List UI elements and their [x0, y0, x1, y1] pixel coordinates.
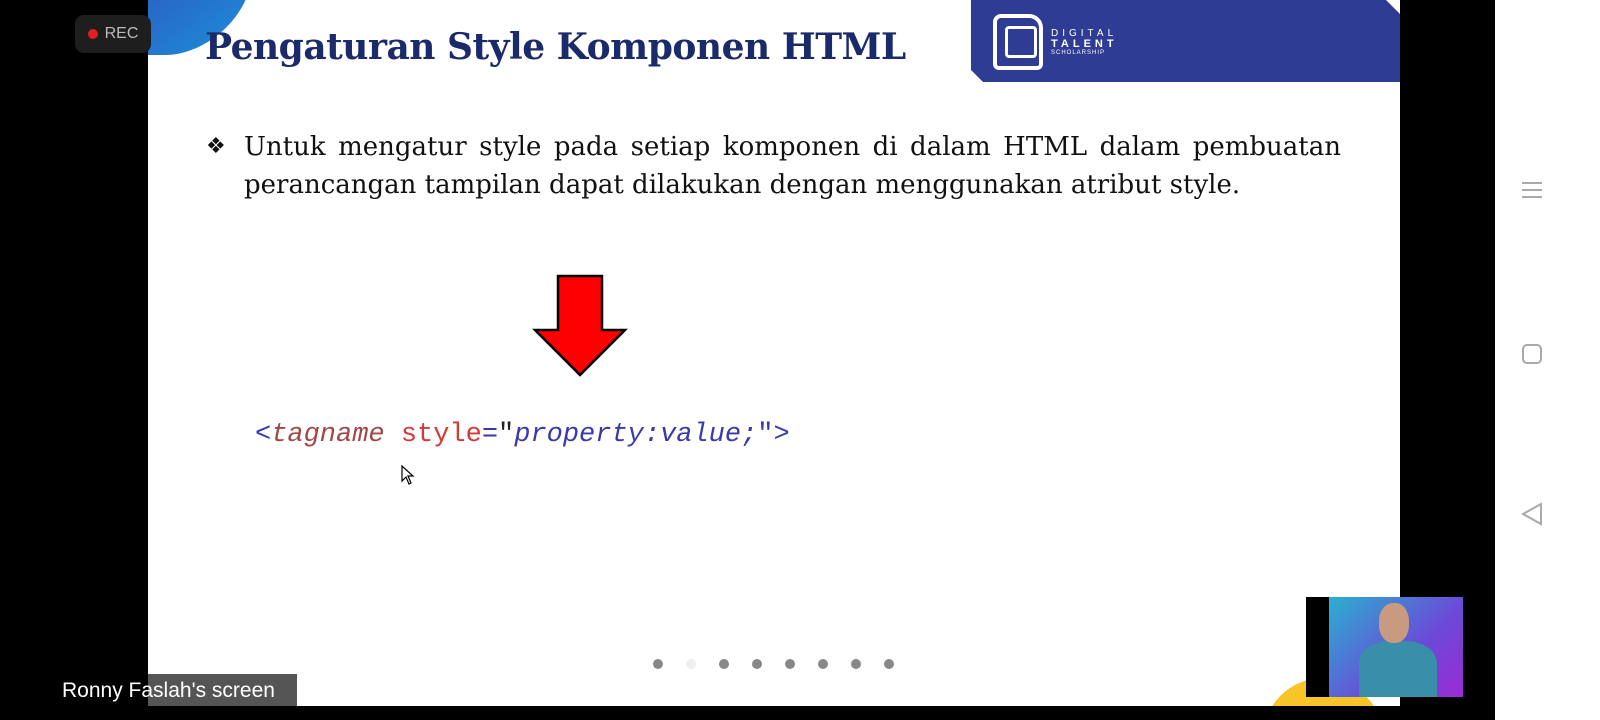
code-value: property:value;: [514, 420, 758, 450]
diamond-bullet-icon: ❖: [206, 134, 226, 159]
logo-line2: TALENT: [1051, 37, 1118, 50]
recording-indicator: REC: [75, 15, 151, 53]
code-example: <tagname style="property:value;">: [255, 420, 790, 450]
code-close: ">: [757, 420, 790, 450]
logo-line3: SCHOLARSHIP: [1051, 49, 1106, 56]
android-nav-bar: [1495, 0, 1600, 720]
slide-title: Pengaturan Style Komponen HTML: [205, 26, 906, 68]
code-tagname: tagname: [271, 420, 385, 450]
presenter-video-thumbnail[interactable]: [1306, 597, 1463, 697]
header-banner: DIGITAL TALENT SCHOLARSHIP: [971, 0, 1400, 82]
slide-pagination[interactable]: [653, 659, 894, 669]
pagination-dot[interactable]: [653, 659, 663, 669]
logo-line1: DIGITAL: [1051, 27, 1118, 39]
bullet-point: ❖ Untuk mengatur style pada setiap kompo…: [206, 128, 1341, 204]
pagination-dot[interactable]: [752, 659, 762, 669]
code-eq: =: [481, 420, 499, 450]
record-dot-icon: [87, 29, 98, 39]
pagination-dot[interactable]: [818, 659, 828, 669]
digital-talent-logo: DIGITAL TALENT SCHOLARSHIP: [993, 14, 1118, 70]
recent-apps-icon[interactable]: [1521, 180, 1543, 200]
code-attr: style: [400, 420, 482, 450]
pagination-dot[interactable]: [719, 659, 729, 669]
screen-share-text: Ronny Faslah's screen: [62, 679, 275, 702]
mouse-cursor-icon: [401, 465, 415, 485]
bullet-text: Untuk mengatur style pada setiap kompone…: [244, 132, 1341, 200]
screen-share-label: Ronny Faslah's screen: [0, 674, 297, 706]
pagination-dot[interactable]: [785, 659, 795, 669]
back-icon[interactable]: [1521, 502, 1543, 526]
code-open: <: [255, 420, 272, 450]
home-icon[interactable]: [1521, 343, 1543, 365]
pagination-dot[interactable]: [851, 659, 861, 669]
dts-logo-icon: [993, 14, 1043, 70]
down-arrow-icon: [532, 274, 628, 377]
pagination-dot[interactable]: [884, 659, 894, 669]
banner-corner: [1386, 0, 1400, 14]
pagination-dot[interactable]: [686, 659, 696, 669]
code-quote: ": [498, 420, 515, 450]
rec-label: REC: [104, 25, 139, 42]
presentation-slide: Pengaturan Style Komponen HTML DIGITAL T…: [148, 0, 1400, 706]
